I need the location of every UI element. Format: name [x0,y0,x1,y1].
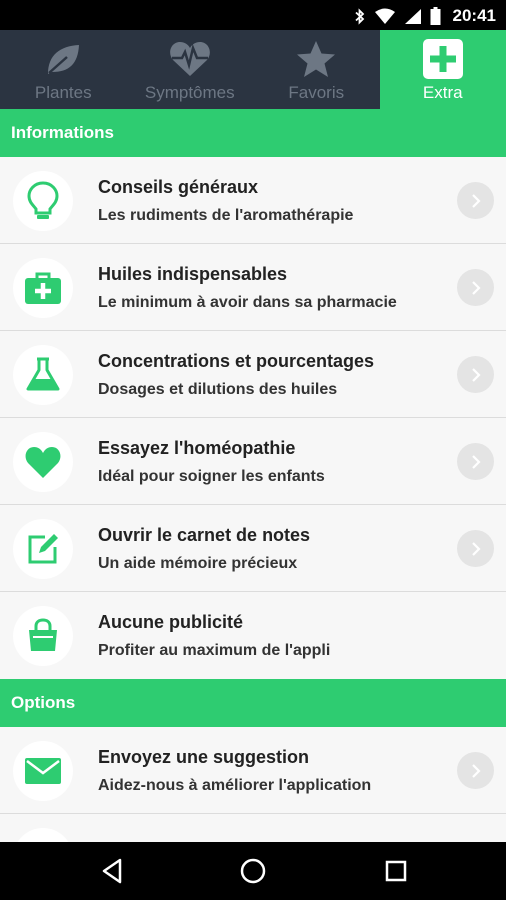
tab-symptomes[interactable]: Symptômes [127,30,254,109]
envelope-icon [13,741,73,801]
status-bar: 20:41 [0,0,506,30]
tab-plantes[interactable]: Plantes [0,30,127,109]
wifi-icon [374,8,395,24]
tab-label: Favoris [288,83,345,102]
item-title: Huiles indispensables [98,264,288,284]
section-header-options: Options [0,679,506,727]
chevron-right-icon[interactable] [457,530,494,567]
status-time: 20:41 [452,6,496,25]
item-title: Aucune publicité [98,612,244,632]
list-item-aucune-publicite[interactable]: Aucune publicité Profiter au maximum de … [0,592,506,679]
item-title: Concentrations et pourcentages [98,351,375,371]
list-item-concentrations[interactable]: Concentrations et pourcentages Dosages e… [0,331,506,418]
list-item-carnet-notes[interactable]: Ouvrir le carnet de notes Un aide mémoir… [0,505,506,592]
item-subtitle: Idéal pour soigner les enfants [98,468,325,485]
leaf-icon [42,39,84,79]
lightbulb-icon [13,171,73,231]
tab-label: Extra [422,83,463,102]
item-subtitle: Dosages et dilutions des huiles [98,381,338,398]
item-subtitle: Aidez-nous à améliorer l'application [98,777,372,794]
tab-label: Symptômes [144,83,235,102]
edit-note-icon [13,519,73,579]
battery-icon [430,7,441,25]
plus-box-icon [422,39,464,79]
extra-list[interactable]: Informations Conseils généraux Les rudim… [0,109,506,842]
item-title: Ouvrir le carnet de notes [98,525,311,545]
star-icon [295,39,337,79]
bluetooth-icon [354,7,364,25]
item-subtitle: Un aide mémoire précieux [98,555,298,572]
item-subtitle: Le minimum à avoir dans sa pharmacie [98,294,397,311]
top-tab-bar: Plantes Symptômes Favoris Extra [0,30,506,109]
list-item-homeopathie[interactable]: Essayez l'homéopathie Idéal pour soigner… [0,418,506,505]
item-subtitle: Profiter au maximum de l'appli [98,642,331,659]
chevron-right-icon[interactable] [457,182,494,219]
heart-pulse-icon [169,39,211,79]
chevron-right-icon[interactable] [457,752,494,789]
chevron-right-icon[interactable] [457,356,494,393]
tab-extra[interactable]: Extra [379,30,506,109]
shopping-bag-icon [13,606,73,666]
heart-icon [13,432,73,492]
list-item-partial[interactable] [0,814,506,842]
chevron-right-icon[interactable] [457,269,494,306]
navigation-bar [0,842,506,900]
item-title: Conseils généraux [98,177,259,197]
flask-icon [13,345,73,405]
item-subtitle: Les rudiments de l'aromathérapie [98,207,354,224]
section-header-informations: Informations [0,109,506,157]
item-title: Envoyez une suggestion [98,747,310,767]
first-aid-kit-icon [13,258,73,318]
list-item-conseils-generaux[interactable]: Conseils généraux Les rudiments de l'aro… [0,157,506,244]
tab-favoris[interactable]: Favoris [253,30,380,109]
home-icon[interactable] [238,856,268,886]
tab-label: Plantes [34,83,92,102]
list-item-suggestion[interactable]: Envoyez une suggestion Aidez-nous à amél… [0,727,506,814]
recents-icon[interactable] [381,856,411,886]
item-title: Essayez l'homéopathie [98,438,296,458]
list-item-huiles-indispensables[interactable]: Huiles indispensables Le minimum à avoir… [0,244,506,331]
signal-icon [404,8,421,24]
chevron-right-icon[interactable] [457,443,494,480]
status-icons: 20:41 [354,5,496,27]
list-item-icon [13,828,73,842]
back-icon[interactable] [97,856,127,886]
